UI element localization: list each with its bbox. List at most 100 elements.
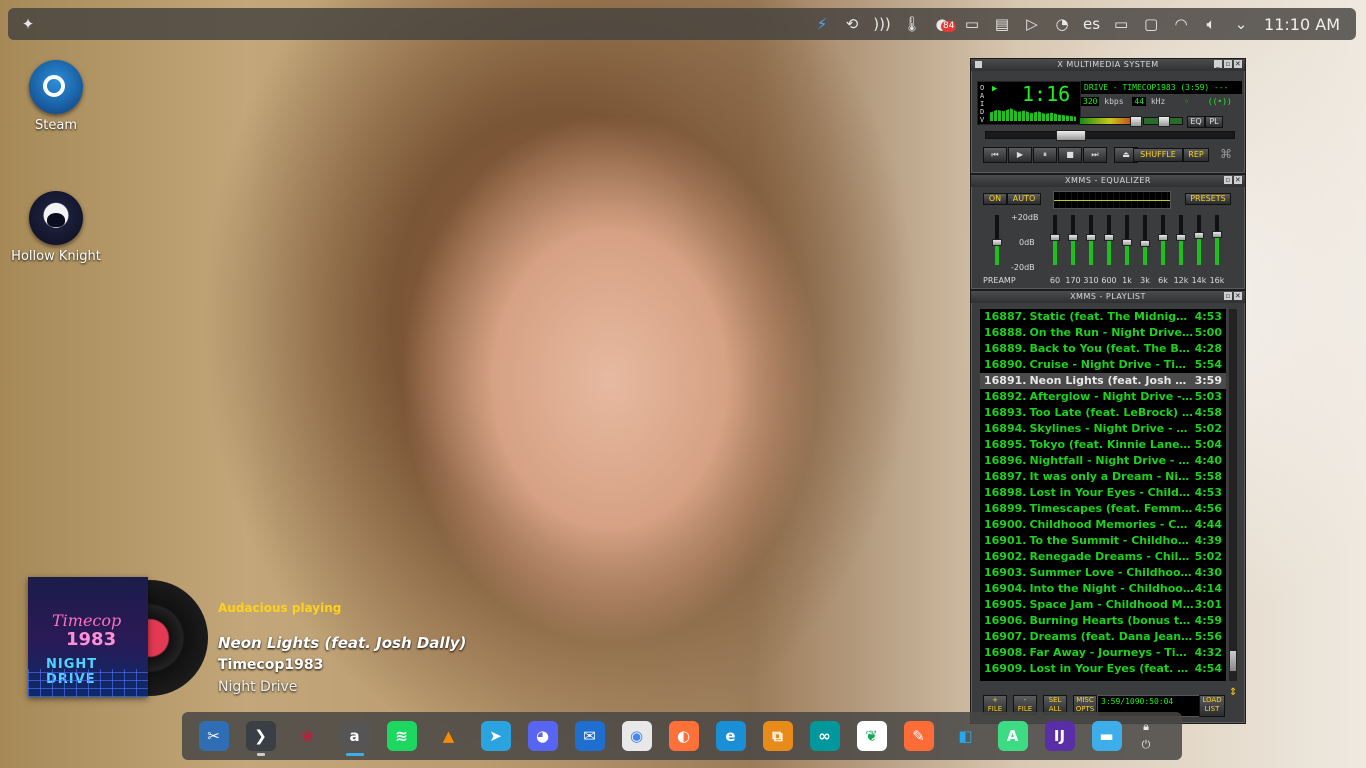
eq-band-slider[interactable] [1068,215,1078,265]
dock-item-mongodb-compass[interactable]: ❦ [848,712,895,760]
playlist-scrollbar[interactable] [1229,309,1237,681]
preamp-slider[interactable] [992,215,1002,265]
shade-icon[interactable]: ▫ [1224,176,1232,184]
power-icon[interactable]: ⏻ [1142,738,1151,752]
eq-slider-knob[interactable] [1140,240,1150,247]
dock-item-terminal[interactable]: ❯ [237,712,284,760]
desktop-icon-hollow-knight[interactable]: Hollow Knight [8,191,104,264]
eq-slider-knob[interactable] [1086,234,1096,241]
dock-item-kdenlive[interactable]: ✂ [190,712,237,760]
xmms-equalizer-window[interactable]: XMMS - EQUALIZER ▫ ✕ ON AUTO PRESETS +20… [970,174,1246,290]
xmms-main-window[interactable]: X MULTIMEDIA SYSTEM _ ▫ ✕ OAIDV ▶ 1:16 D… [970,58,1246,174]
dock-item-vscode[interactable]: ◧ [942,712,989,760]
network-activity-icon[interactable]: ))) [867,8,897,40]
xmms-main-titlebar[interactable]: X MULTIMEDIA SYSTEM _ ▫ ✕ [971,59,1245,71]
spectrum-analyzer[interactable] [990,108,1076,121]
playlist-row[interactable]: 16903.Summer Love - Childhood Mem...4:30 [980,565,1226,581]
power-manager-icon[interactable]: ⚡ [807,8,837,40]
playlist-row[interactable]: 16890.Cruise - Night Drive - Timecop1...… [980,357,1226,373]
eq-slider-knob[interactable] [1068,234,1078,241]
balance-slider[interactable] [1143,116,1183,127]
menu-icon[interactable] [975,61,982,68]
dock-item-spotify[interactable]: ≋ [378,712,425,760]
eq-toggle-button[interactable]: EQ [1187,116,1205,128]
update-icon[interactable]: ⟲ [837,8,867,40]
eq-band-slider[interactable] [1104,215,1114,265]
eq-slider-knob[interactable] [1104,234,1114,241]
repeat-button[interactable]: REP [1183,148,1209,162]
playlist-row[interactable]: 16899.Timescapes (feat. Femmepop) - ...4… [980,501,1226,517]
shade-icon[interactable]: ▫ [1224,60,1232,68]
dock-item-raspberry-pi-imager[interactable]: ❀ [284,712,331,760]
volume-slider[interactable] [1079,116,1142,127]
lock-icon[interactable]: 🔒︎ [1143,720,1149,734]
dock-item-firefox[interactable]: ◐ [660,712,707,760]
playlist-row[interactable]: 16900.Childhood Memories - Childho...4:4… [980,517,1226,533]
eq-band-slider[interactable] [1140,215,1150,265]
chevron-down-icon[interactable]: ⌄ [1226,8,1256,40]
playlist-row[interactable]: 16893.Too Late (feat. LeBrock) - Nigh...… [980,405,1226,421]
dock-item-chrome[interactable]: ◉ [613,712,660,760]
clock[interactable]: 11:10 AM [1256,15,1346,34]
dock-item-audacious[interactable]: a [331,712,378,760]
shade-icon[interactable]: ▫ [1224,292,1232,300]
eq-band-slider[interactable] [1122,215,1132,265]
notification-icon[interactable]: ●84 [927,8,957,40]
display-icon[interactable]: ▢ [1136,8,1166,40]
eq-band-slider[interactable] [1158,215,1168,265]
dock-item-telegram[interactable]: ➤ [472,712,519,760]
clipboard-icon[interactable]: ▤ [987,8,1017,40]
kde-connect-icon[interactable]: ◔ [1047,8,1077,40]
playlist-row[interactable]: 16889.Back to You (feat. The Bad Dre...4… [980,341,1226,357]
dock-item-arduino[interactable]: ∞ [801,712,848,760]
shuffle-button[interactable]: SHUFFLE [1133,148,1183,162]
xmms-eq-titlebar[interactable]: XMMS - EQUALIZER ▫ ✕ [971,175,1245,187]
desktop-icon-steam[interactable]: Steam [8,60,104,133]
eq-band-slider[interactable] [1194,215,1204,265]
seek-bar[interactable] [985,130,1235,141]
dock-item-vlc[interactable]: ▲ [425,712,472,760]
playlist-row[interactable]: 16894.Skylines - Night Drive - Timeco...… [980,421,1226,437]
clutterbar[interactable]: OAIDV [980,84,986,124]
battery-icon[interactable]: ▭ [1106,8,1136,40]
close-icon[interactable]: ✕ [1234,292,1242,300]
playlist-toggle-button[interactable]: PL [1205,116,1223,128]
previous-icon[interactable]: ⏮ [983,147,1007,163]
stop-icon[interactable]: ■ [1058,147,1082,163]
system-monitor-icon[interactable]: ▭ [957,8,987,40]
close-icon[interactable]: ✕ [1234,60,1242,68]
playlist-row[interactable]: 16907.Dreams (feat. Dana Jean Phoen...5:… [980,629,1226,645]
eq-presets-button[interactable]: PRESETS [1185,193,1231,205]
dock-item-dolphin[interactable]: ▬ [1083,712,1130,760]
dock-item-postman[interactable]: ✎ [895,712,942,760]
minimize-icon[interactable]: _ [1214,60,1222,68]
playlist-row[interactable]: 16905.Space Jam - Childhood Memori...3:0… [980,597,1226,613]
close-icon[interactable]: ✕ [1234,176,1242,184]
about-icon[interactable]: ⌘ [1217,147,1235,163]
playlist-row[interactable]: 16892.Afterglow - Night Drive - Timec...… [980,389,1226,405]
dock-item-android-studio[interactable]: A [989,712,1036,760]
dock-item-edge[interactable]: e [707,712,754,760]
temperature-icon[interactable]: 🌡︎ [897,8,927,40]
dock-item-thunderbird[interactable]: ✉ [566,712,613,760]
playlist-row[interactable]: 16887.Static (feat. The Midnight) - Ni..… [980,309,1226,325]
playlist-row[interactable]: 16901.To the Summit - Childhood Me...4:3… [980,533,1226,549]
play-icon[interactable]: ▶ [1008,147,1032,163]
dock-item-intellij[interactable]: IJ [1036,712,1083,760]
keyboard-layout[interactable]: es [1077,15,1106,33]
playlist-row[interactable]: 16904.Into the Night - Childhood Me...4:… [980,581,1226,597]
dock-item-remote-desktop[interactable]: ⧉ [754,712,801,760]
playlist-row[interactable]: 16897.It was only a Dream - Night Dri...… [980,469,1226,485]
playlist-row[interactable]: 16902.Renegade Dreams - Childhood ...5:0… [980,549,1226,565]
xmms-playlist-titlebar[interactable]: XMMS - PLAYLIST ▫ ✕ [971,291,1245,303]
pause-icon[interactable]: ⏸ [1033,147,1057,163]
seek-bar-knob[interactable] [1056,130,1086,141]
playlist-row[interactable]: 16895.Tokyo (feat. Kinnie Lane) - Nig...… [980,437,1226,453]
eq-band-slider[interactable] [1212,215,1222,265]
balance-slider-knob[interactable] [1158,116,1170,127]
playlist-row[interactable]: 16888.On the Run - Night Drive - Time...… [980,325,1226,341]
playlist-row[interactable]: 16891.Neon Lights (feat. Josh Dally) - .… [980,373,1226,389]
song-title-scroll[interactable]: DRIVE - TIMECOP1983 (3:59) --- [1081,81,1242,94]
next-icon[interactable]: ⏭ [1083,147,1107,163]
playlist-row[interactable]: 16898.Lost in Your Eyes - Childhood ...4… [980,485,1226,501]
